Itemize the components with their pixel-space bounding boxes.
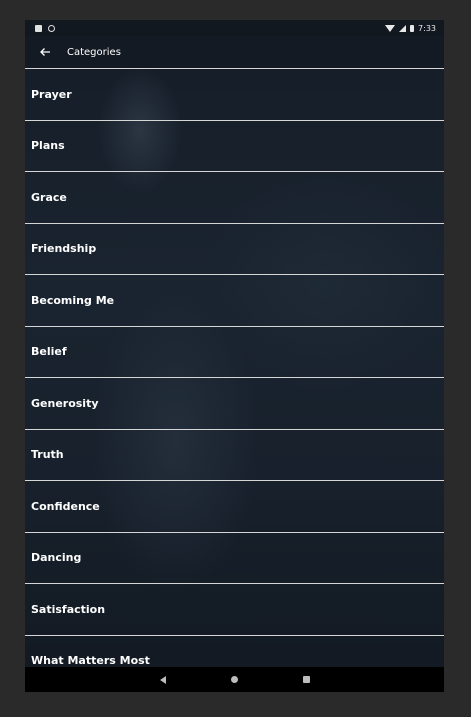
- list-item-generosity[interactable]: Generosity: [25, 377, 444, 429]
- list-item-grace[interactable]: Grace: [25, 171, 444, 223]
- list-item-label: Truth: [31, 448, 64, 462]
- device-screen: 7:33 Categories Prayer Plans Grace Frien…: [25, 20, 444, 692]
- list-item-friendship[interactable]: Friendship: [25, 222, 444, 275]
- list-item-label: Prayer: [31, 87, 72, 101]
- status-bar: 7:33: [25, 20, 444, 36]
- list-item-plans[interactable]: Plans: [25, 119, 444, 172]
- list-item-dancing[interactable]: Dancing: [25, 531, 444, 584]
- list-item-belief[interactable]: Belief: [25, 325, 444, 378]
- battery-icon: [410, 24, 415, 32]
- nav-home-button[interactable]: [228, 673, 242, 687]
- list-item-label: Dancing: [31, 551, 82, 565]
- home-circle-icon: [231, 676, 238, 683]
- arrow-left-icon: [40, 48, 50, 56]
- nav-recents-button[interactable]: [300, 673, 314, 687]
- list-item-label: Friendship: [31, 242, 97, 256]
- list-item-label: Becoming Me: [31, 293, 115, 307]
- back-button[interactable]: [27, 36, 63, 68]
- list-item-confidence[interactable]: Confidence: [25, 480, 444, 532]
- list-item-label: Plans: [31, 139, 65, 153]
- notification-icon: [35, 24, 42, 32]
- system-nav-bar: [25, 667, 444, 692]
- signal-icon: [399, 24, 407, 32]
- list-item-label: What Matters Most: [31, 654, 150, 668]
- list-item-satisfaction[interactable]: Satisfaction: [25, 583, 444, 635]
- page-title: Categories: [67, 46, 121, 58]
- list-item-label: Satisfaction: [31, 602, 106, 616]
- wifi-icon: [385, 24, 396, 32]
- status-time: 7:33: [418, 23, 436, 33]
- category-list: Prayer Plans Grace Friendship Becoming M…: [25, 68, 444, 667]
- list-item-prayer[interactable]: Prayer: [25, 68, 444, 120]
- list-item-label: Belief: [31, 345, 67, 359]
- nav-back-button[interactable]: [156, 673, 170, 687]
- list-item-becoming-me[interactable]: Becoming Me: [25, 274, 444, 326]
- list-item-label: Generosity: [31, 396, 99, 410]
- back-triangle-icon: [159, 675, 166, 684]
- sync-icon: [48, 24, 55, 32]
- list-item-label: Grace: [31, 190, 67, 204]
- app-bar: Categories: [25, 36, 444, 68]
- list-item-truth[interactable]: Truth: [25, 428, 444, 481]
- list-item-label: Confidence: [31, 499, 100, 513]
- recents-square-icon: [303, 676, 310, 683]
